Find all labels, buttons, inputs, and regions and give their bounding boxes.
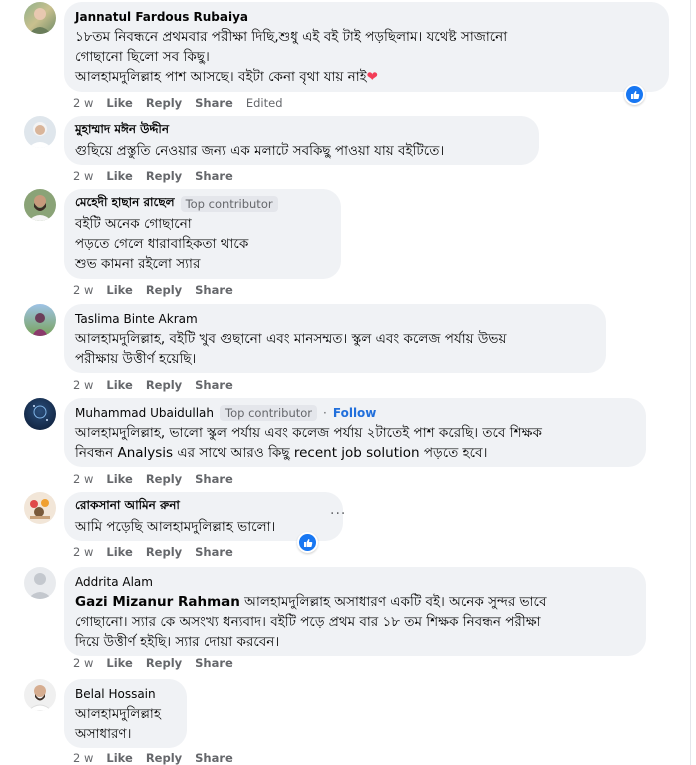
top-contributor-badge: Top contributor (180, 196, 278, 212)
share-button[interactable]: Share (195, 169, 233, 183)
reply-button[interactable]: Reply (146, 545, 182, 559)
follow-button[interactable]: Follow (333, 406, 377, 420)
reply-button[interactable]: Reply (146, 169, 182, 183)
comment-actions: 2 w Like Reply Share (73, 378, 233, 392)
avatar[interactable] (24, 116, 56, 148)
share-button[interactable]: Share (195, 283, 233, 297)
comment-text: আমি পড়েছি আলহামদুলিল্লাহ ভালো। (75, 519, 276, 535)
avatar[interactable] (24, 492, 56, 524)
commenter-name[interactable]: Jannatul Fardous Rubaiya (75, 10, 248, 24)
reply-button[interactable]: Reply (146, 751, 182, 765)
comment-text: আলহামদুলিল্লাহ, ভালো স্কুল পর্যায় এবং ক… (75, 425, 542, 461)
comment-bubble: Addrita Alam Gazi Mizanur Rahman আলহামদু… (64, 567, 646, 656)
commenter-name[interactable]: মুহাম্মাদ মঈন উদ্দীন (75, 121, 169, 141)
comment-text: ১৮তম নিবন্ধনে প্রথমবার পরীক্ষা দিছি,শুধু… (75, 29, 508, 85)
comment-bubble: মুহাম্মাদ মঈন উদ্দীন গুছিয়ে প্রস্তুতি ন… (64, 116, 539, 165)
comment-actions: 2 w Like Reply Share (73, 472, 233, 486)
like-button[interactable]: Like (106, 751, 132, 765)
like-button[interactable]: Like (106, 169, 132, 183)
share-button[interactable]: Share (195, 378, 233, 392)
edited-label: Edited (245, 96, 283, 110)
commenter-name[interactable]: Belal Hossain (75, 687, 156, 701)
reply-button[interactable]: Reply (146, 378, 182, 392)
comment-bubble: Belal Hossain আলহামদুলিল্লাহ অসাধারণ। (64, 679, 187, 748)
comment-actions: 2 w Like Reply Share (73, 545, 233, 559)
comments-panel: Jannatul Fardous Rubaiya ১৮তম নিবন্ধনে প… (0, 0, 691, 765)
like-reaction-icon[interactable] (624, 84, 645, 105)
timestamp[interactable]: 2 w (73, 96, 93, 110)
timestamp[interactable]: 2 w (73, 378, 93, 392)
commenter-name[interactable]: Taslima Binte Akram (75, 312, 198, 326)
like-button[interactable]: Like (106, 472, 132, 486)
commenter-name[interactable]: রোকসানা আমিন রুনা (75, 497, 180, 517)
avatar[interactable] (24, 304, 56, 336)
share-button[interactable]: Share (195, 545, 233, 559)
share-button[interactable]: Share (195, 656, 233, 670)
comment-bubble: মেহেদী হাছান রাছেল Top contributor বইটি … (64, 189, 341, 279)
timestamp[interactable]: 2 w (73, 169, 93, 183)
more-options-icon[interactable]: ··· (330, 506, 346, 522)
like-button[interactable]: Like (106, 656, 132, 670)
timestamp[interactable]: 2 w (73, 751, 93, 765)
avatar[interactable] (24, 2, 56, 34)
avatar[interactable] (24, 567, 56, 599)
comment-actions: 2 w Like Reply Share (73, 169, 233, 183)
timestamp[interactable]: 2 w (73, 545, 93, 559)
timestamp[interactable]: 2 w (73, 283, 93, 297)
comment-bubble: Muhammad Ubaidullah Top contributor · Fo… (64, 398, 646, 467)
comment-actions: 2 w Like Reply Share Edited (73, 96, 283, 110)
comment-text: আলহামদুলিল্লাহ, বইটি খুব গুছানো এবং মানস… (75, 331, 507, 367)
comment-text: বইটি অনেক গোছানো পড়তে গেলে ধারাবাহিকতা … (75, 216, 249, 272)
like-reaction-icon[interactable] (297, 532, 318, 553)
like-button[interactable]: Like (106, 283, 132, 297)
like-button[interactable]: Like (106, 378, 132, 392)
commenter-name[interactable]: মেহেদী হাছান রাছেল (75, 194, 175, 214)
separator-dot: · (323, 406, 327, 420)
timestamp[interactable]: 2 w (73, 472, 93, 486)
comment-text: Gazi Mizanur Rahman আলহামদুলিল্লাহ অসাধা… (75, 594, 547, 650)
reply-button[interactable]: Reply (146, 96, 182, 110)
reply-button[interactable]: Reply (146, 656, 182, 670)
reply-button[interactable]: Reply (146, 472, 182, 486)
like-button[interactable]: Like (106, 96, 132, 110)
comment-bubble: Jannatul Fardous Rubaiya ১৮তম নিবন্ধনে প… (64, 2, 669, 92)
comment-actions: 2 w Like Reply Share (73, 751, 233, 765)
share-button[interactable]: Share (195, 96, 233, 110)
timestamp[interactable]: 2 w (73, 656, 93, 670)
comment-text: আলহামদুলিল্লাহ অসাধারণ। (75, 706, 161, 742)
comment-bubble: Taslima Binte Akram আলহামদুলিল্লাহ, বইটি… (64, 304, 606, 373)
top-contributor-badge: Top contributor (220, 405, 318, 421)
like-button[interactable]: Like (106, 545, 132, 559)
comment-text: গুছিয়ে প্রস্তুতি নেওয়ার জন্য এক মলাটে … (75, 143, 445, 159)
share-button[interactable]: Share (195, 751, 233, 765)
avatar[interactable] (24, 189, 56, 221)
avatar[interactable] (24, 398, 56, 430)
share-button[interactable]: Share (195, 472, 233, 486)
reply-button[interactable]: Reply (146, 283, 182, 297)
heart-emoji: ❤ (366, 69, 378, 85)
tagged-user[interactable]: Gazi Mizanur Rahman (75, 594, 240, 610)
comment-actions: 2 w Like Reply Share (73, 656, 233, 670)
commenter-name[interactable]: Addrita Alam (75, 575, 153, 589)
avatar[interactable] (24, 679, 56, 711)
comment-actions: 2 w Like Reply Share (73, 283, 233, 297)
commenter-name[interactable]: Muhammad Ubaidullah (75, 406, 214, 420)
